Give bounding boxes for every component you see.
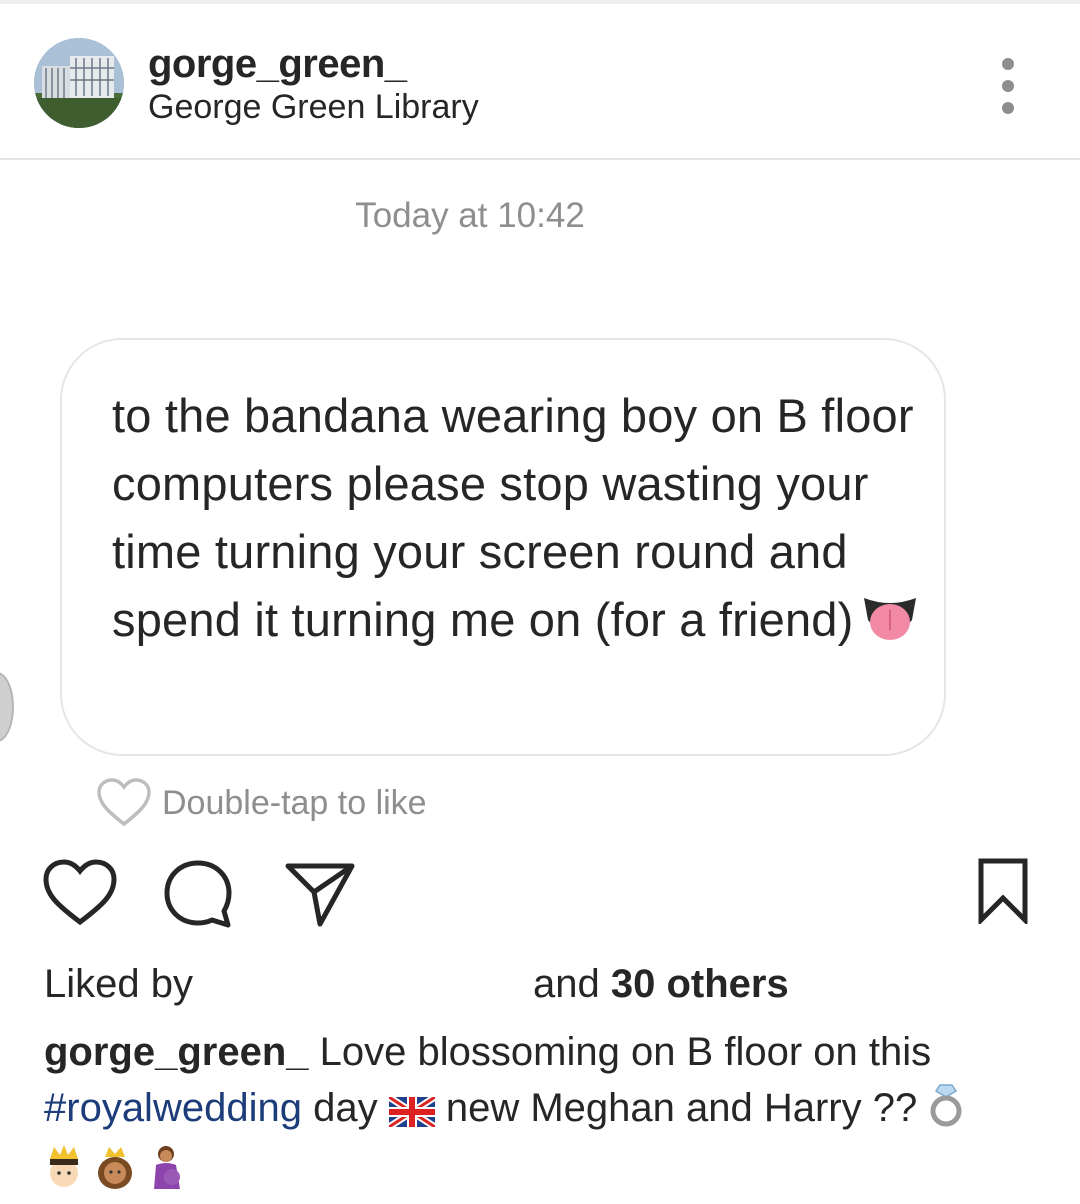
heart-icon[interactable]	[42, 858, 118, 928]
liked-by-text: Liked by	[44, 962, 193, 1006]
message-text-block: to the bandana wearing boy on B floor co…	[112, 382, 932, 664]
post-caption: gorge_green_ Love blossoming on B floor …	[44, 1024, 1054, 1204]
tongue-emoji-icon	[860, 592, 920, 664]
pregnant-woman-emoji-icon	[146, 1145, 186, 1204]
caption-username[interactable]: gorge_green_	[44, 1030, 309, 1074]
caption-text-2: day	[313, 1086, 378, 1130]
likes-others-count[interactable]: 30 others	[611, 962, 789, 1006]
post-location[interactable]: George Green Library	[148, 88, 479, 127]
action-bar	[0, 858, 1080, 938]
post-username[interactable]: gorge_green_	[148, 42, 407, 87]
uk-flag-emoji-icon	[386, 1086, 437, 1142]
share-icon[interactable]	[284, 858, 356, 930]
caption-text-1: Love blossoming on B floor on this	[319, 1030, 932, 1074]
princess-emoji-icon	[95, 1145, 135, 1204]
post-header: gorge_green_ George Green Library	[0, 4, 1080, 160]
sender-avatar	[0, 672, 14, 742]
caption-text-3: new Meghan and Harry ??	[445, 1086, 918, 1130]
likes-line[interactable]: Liked by and 30 others	[44, 962, 789, 1007]
caption-hashtag[interactable]: #royalwedding	[44, 1086, 302, 1130]
prince-emoji-icon	[44, 1145, 84, 1204]
message-bubble[interactable]: to the bandana wearing boy on B floor co…	[60, 338, 946, 756]
double-tap-text: Double-tap to like	[162, 784, 427, 822]
bookmark-icon[interactable]	[976, 858, 1030, 924]
avatar[interactable]	[34, 38, 124, 128]
more-icon[interactable]	[992, 56, 1024, 116]
likes-and-text: and	[532, 962, 600, 1006]
message-text: to the bandana wearing boy on B floor co…	[112, 389, 914, 646]
ring-emoji-icon	[928, 1083, 964, 1142]
comment-icon[interactable]	[162, 858, 234, 930]
like-message-heart-icon[interactable]	[96, 778, 152, 828]
message-timestamp: Today at 10:42	[355, 196, 585, 235]
